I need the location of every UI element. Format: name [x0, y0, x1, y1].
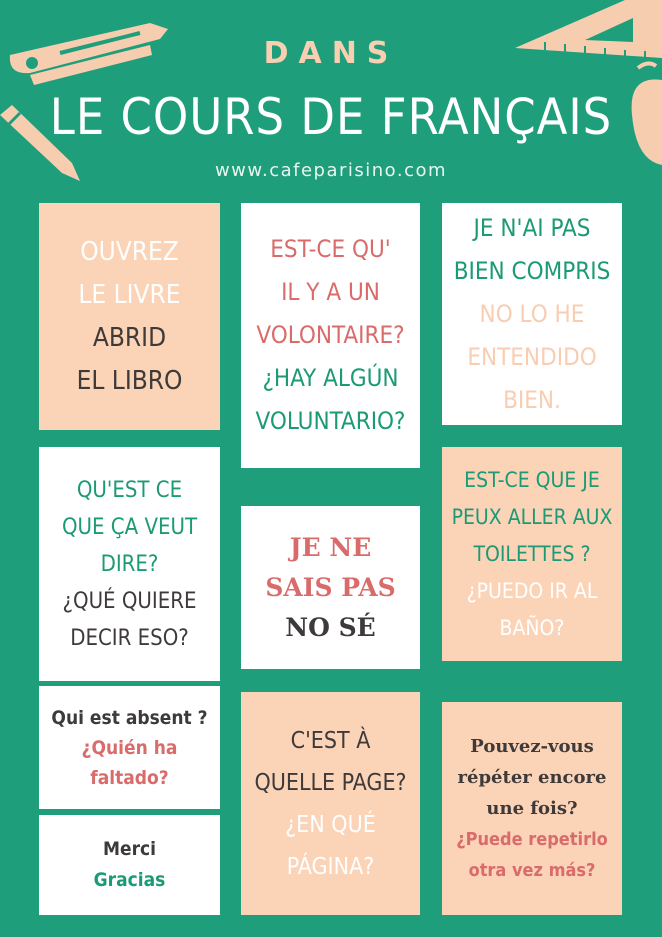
card-line: IL Y A UN [281, 278, 380, 306]
card-line: ¿PUEDO IR AL [466, 578, 598, 603]
card-line: VOLONTAIRE? [256, 321, 405, 349]
card-que-ca-veut-dire: QU'EST CE QUE ÇA VEUT DIRE? ¿QUÉ QUIERE … [39, 447, 220, 681]
website-url: www.cafeparisino.com [214, 160, 448, 181]
card-line: EST-CE QU' [270, 235, 391, 263]
card-line: PEUX ALLER AUX [451, 504, 613, 529]
card-line: répéter encore [457, 767, 607, 788]
card-line: JE N'AI PAS [473, 213, 591, 242]
card-line: ¿EN QUÉ [285, 811, 376, 838]
card-line: NO LO HE [479, 299, 585, 328]
card-line: DECIR ESO? [70, 625, 189, 651]
page-title: LE COURS DE FRANÇAIS [49, 88, 613, 146]
card-line: SAIS PAS [265, 572, 396, 602]
card-line: Merci [102, 838, 157, 860]
card-repeter: Pouvez-vous répéter encore une fois? ¿Pu… [442, 702, 622, 915]
card-qui-est-absent: Qui est absent ? ¿Quién ha faltado? [39, 686, 220, 809]
card-line: QUE ÇA VEUT [61, 514, 198, 540]
card-line: BIEN. [503, 385, 561, 414]
card-line: ¿HAY ALGÚN [262, 364, 399, 392]
card-line: ¿Quién ha [81, 736, 178, 759]
card-line: QU'EST CE [76, 477, 183, 503]
kicker-text: DANS [263, 36, 399, 71]
card-volontaire: EST-CE QU' IL Y A UN VOLONTAIRE? ¿HAY AL… [241, 203, 420, 468]
card-quelle-page: C'EST À QUELLE PAGE? ¿EN QUÉ PÁGINA? [241, 692, 420, 915]
card-line: VOLUNTARIO? [255, 407, 406, 435]
card-line: Gracias [93, 869, 166, 891]
card-line: ENTENDIDO [467, 342, 597, 371]
card-ouvrez-le-livre: OUVREZ LE LIVRE ABRID EL LIBRO [39, 203, 220, 430]
card-pas-compris: JE N'AI PAS BIEN COMPRIS NO LO HE ENTEND… [442, 203, 622, 425]
card-merci: Merci Gracias [39, 815, 220, 915]
card-line: OUVREZ [80, 236, 179, 267]
card-line: PÁGINA? [286, 853, 375, 880]
card-line: JE NE [289, 532, 372, 562]
card-line: une fois? [486, 798, 578, 819]
card-line: EST-CE QUE JE [464, 467, 600, 492]
card-line: LE LIVRE [78, 279, 181, 310]
card-line: NO SÉ [285, 612, 376, 642]
card-line: otra vez más? [468, 860, 596, 881]
card-line: Qui est absent ? [51, 706, 208, 729]
card-je-ne-sais-pas: JE NE SAIS PAS NO SÉ [241, 506, 420, 669]
card-line: faltado? [90, 766, 169, 789]
card-line: EL LIBRO [76, 365, 183, 396]
card-line: ABRID [92, 322, 167, 353]
card-line: QUELLE PAGE? [254, 769, 407, 796]
card-line: TOILETTES ? [473, 541, 591, 566]
card-line: Pouvez-vous [470, 736, 594, 757]
card-line: ¿Puede repetirlo [456, 829, 608, 850]
card-line: BAÑO? [499, 615, 565, 640]
card-line: DIRE? [100, 551, 159, 577]
card-line: C'EST À [290, 727, 371, 754]
card-line: ¿QUÉ QUIERE [62, 588, 197, 614]
card-line: BIEN COMPRIS [453, 256, 611, 285]
card-toilettes: EST-CE QUE JE PEUX ALLER AUX TOILETTES ?… [442, 447, 622, 661]
